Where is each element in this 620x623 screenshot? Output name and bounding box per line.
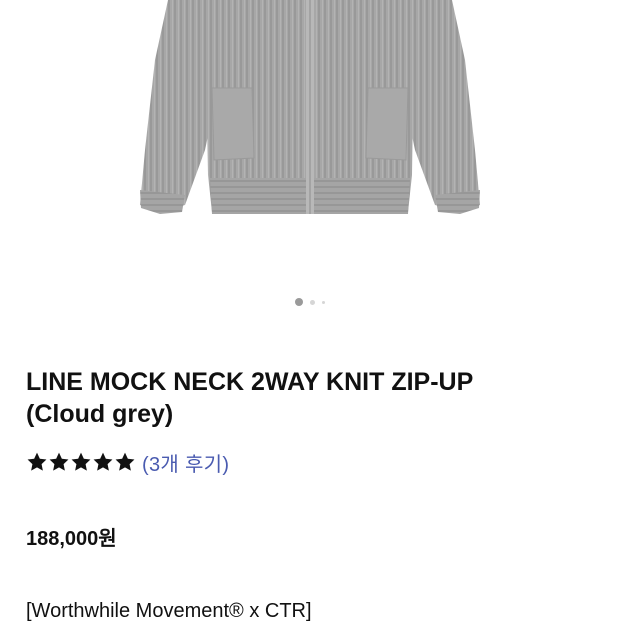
product-price: 188,000원 <box>26 528 117 550</box>
knit-zip-up-photo <box>140 0 480 214</box>
star-icon <box>49 452 69 471</box>
carousel-dot-3[interactable] <box>322 300 325 304</box>
carousel-indicator <box>0 297 620 307</box>
product-title: LINE MOCK NECK 2WAY KNIT ZIP-UP (Cloud g… <box>26 366 596 430</box>
star-rating <box>26 451 136 473</box>
product-title-line-2: (Cloud grey) <box>26 400 174 428</box>
star-icon <box>115 452 135 471</box>
review-count-link[interactable]: (3개 후기) <box>142 448 229 477</box>
star-icon <box>71 452 91 471</box>
star-icon <box>27 452 47 471</box>
product-image[interactable] <box>0 0 620 290</box>
product-rating: (3개 후기) <box>26 448 229 476</box>
star-icon <box>93 452 113 471</box>
product-title-line-1: LINE MOCK NECK 2WAY KNIT ZIP-UP <box>26 368 474 396</box>
carousel-dot-1[interactable] <box>295 298 303 306</box>
carousel-dot-2[interactable] <box>310 299 315 305</box>
